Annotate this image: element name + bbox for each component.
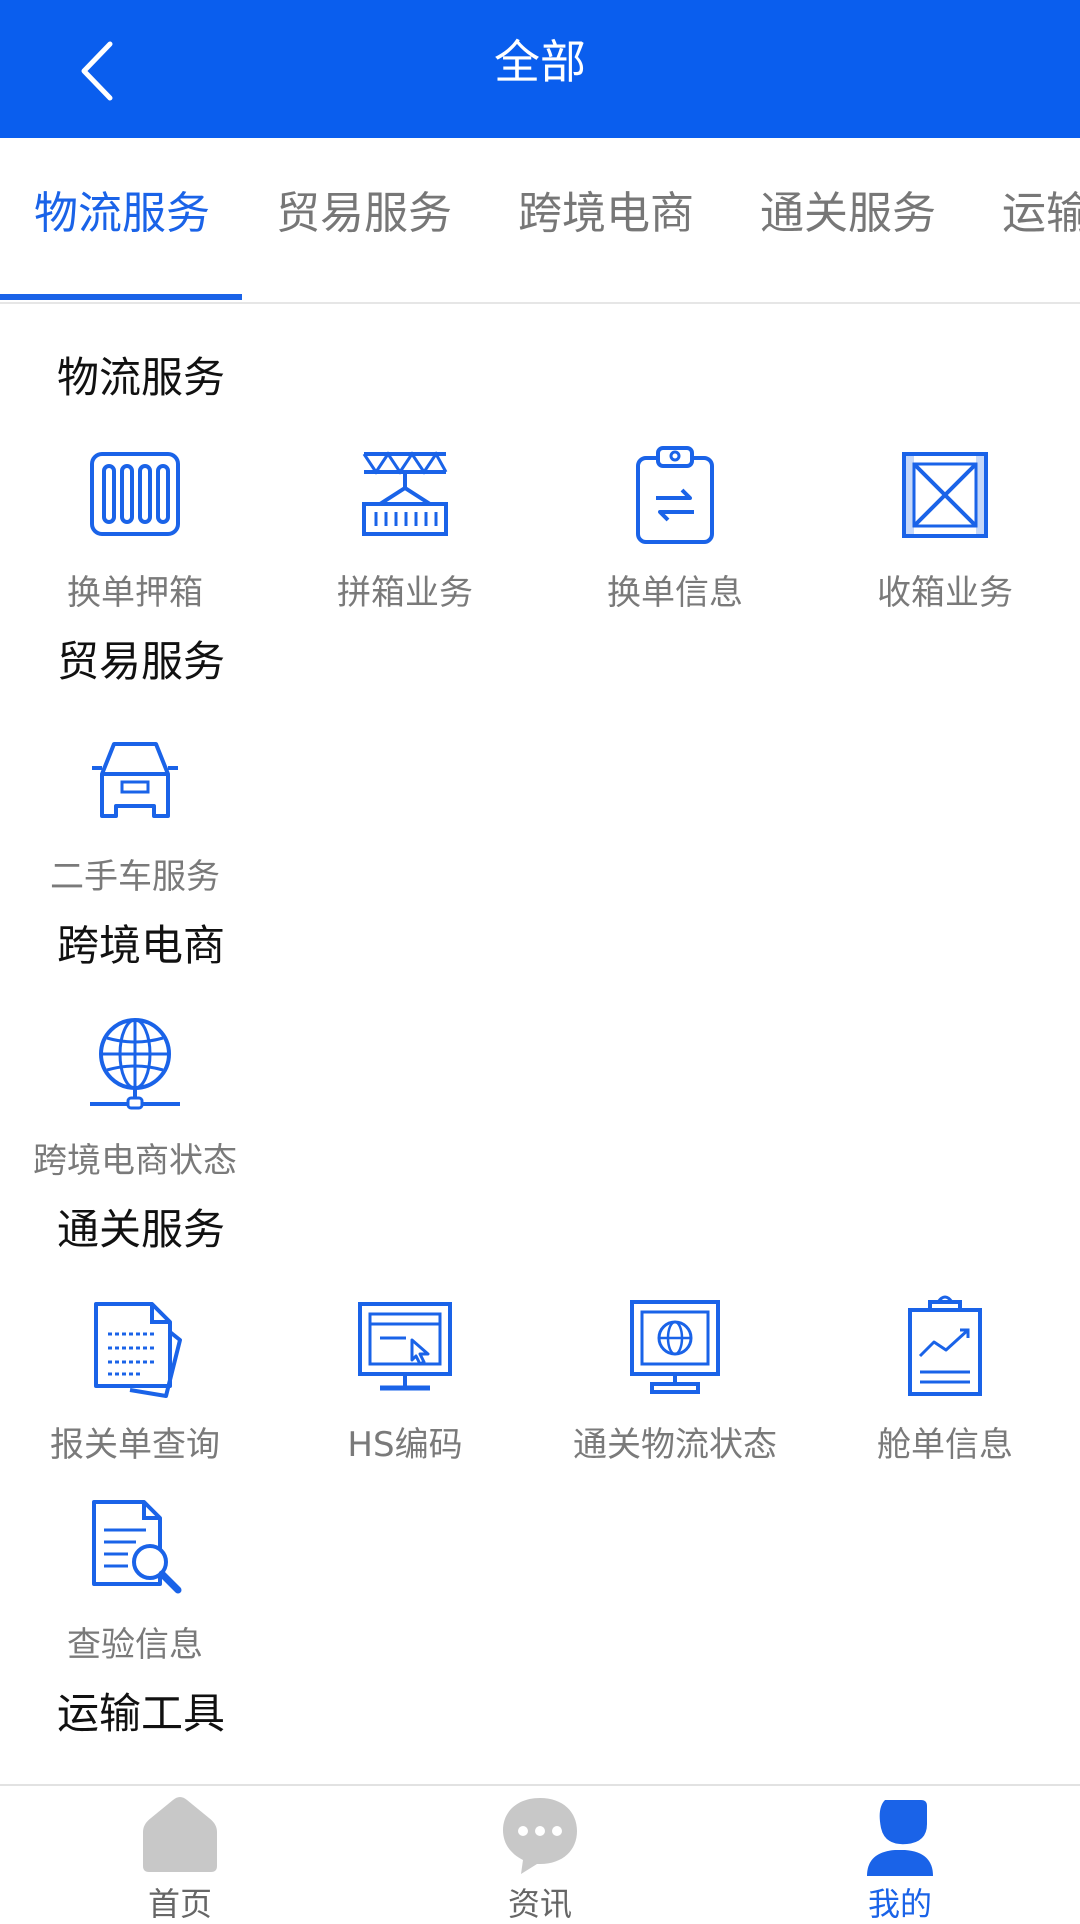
container-icon (90, 452, 180, 536)
nav-mine[interactable]: 我的 (800, 1792, 1000, 1924)
service-label: 舱单信息 (877, 1425, 1013, 1465)
clipboard-swap-icon (636, 446, 714, 544)
service-item-lcl[interactable]: 拼箱业务 (270, 440, 540, 616)
service-label: 通关物流状态 (573, 1425, 777, 1465)
monitor-globe-icon (630, 1300, 720, 1394)
service-label: HS编码 (347, 1425, 463, 1465)
document-search-icon (92, 1500, 182, 1594)
service-label: 跨境电商状态 (33, 1141, 237, 1181)
service-item-manifest-info[interactable]: 舱单信息 (810, 1292, 1080, 1468)
section-title-customs: 通关服务 (57, 1205, 226, 1254)
bottom-navigation: 首页 资讯 我的 (0, 1784, 1080, 1924)
service-item-cross-border-status[interactable]: 跨境电商状态 (0, 1008, 270, 1184)
service-label: 报关单查询 (50, 1425, 220, 1465)
service-label: 换单信息 (607, 573, 743, 613)
monitor-cursor-icon (358, 1302, 452, 1391)
section-title-transport: 运输工具 (57, 1689, 226, 1738)
documents-icon (94, 1302, 182, 1398)
service-item-declaration-query[interactable]: 报关单查询 (0, 1292, 270, 1468)
nav-label: 我的 (867, 1885, 932, 1923)
service-label: 查验信息 (67, 1625, 203, 1665)
tab-trade[interactable]: 贸易服务 (276, 184, 452, 244)
nav-label: 资讯 (507, 1885, 572, 1923)
service-item-exchange-info[interactable]: 换单信息 (540, 440, 810, 616)
service-item-exchange-container[interactable]: 换单押箱 (0, 440, 270, 616)
tab-cross-border[interactable]: 跨境电商 (518, 184, 694, 244)
service-label: 拼箱业务 (337, 573, 473, 613)
service-item-receive-container[interactable]: 收箱业务 (810, 440, 1080, 616)
section-title-trade: 贸易服务 (57, 637, 226, 686)
service-label: 换单押箱 (67, 573, 203, 613)
service-item-hs-code[interactable]: HS编码 (270, 1292, 540, 1468)
top-app-bar: 全部 (0, 0, 1080, 138)
crane-container-icon (362, 451, 448, 536)
tab-transport[interactable]: 运输 (1002, 184, 1080, 244)
chat-bubble-icon (503, 1798, 577, 1874)
tab-customs[interactable]: 通关服务 (760, 184, 936, 244)
service-label: 收箱业务 (877, 573, 1013, 613)
tab-logistics[interactable]: 物流服务 (34, 184, 210, 244)
service-item-inspection-info[interactable]: 查验信息 (0, 1492, 270, 1668)
user-icon (867, 1800, 933, 1876)
active-tab-indicator (0, 294, 242, 300)
crate-icon (902, 452, 988, 538)
nav-home[interactable]: 首页 (80, 1792, 280, 1924)
home-icon (143, 1797, 217, 1872)
clipboard-chart-icon (908, 1295, 982, 1396)
car-icon (92, 742, 178, 818)
service-list: 物流服务 换单押箱 拼箱业务 换单信息 收箱业务 贸易服务 二手车服务 跨境电商… (0, 304, 1080, 1784)
service-item-customs-logistics-status[interactable]: 通关物流状态 (540, 1292, 810, 1468)
section-title-logistics: 物流服务 (57, 353, 226, 402)
page-title: 全部 (494, 35, 586, 89)
globe-network-icon (90, 1018, 180, 1110)
nav-news[interactable]: 资讯 (440, 1792, 640, 1924)
nav-label: 首页 (147, 1885, 212, 1923)
section-title-cross-border: 跨境电商 (57, 921, 226, 970)
category-tabs: 物流服务 贸易服务 跨境电商 通关服务 运输 (0, 138, 1080, 304)
service-label: 二手车服务 (50, 857, 220, 897)
service-item-used-car[interactable]: 二手车服务 (0, 724, 270, 900)
